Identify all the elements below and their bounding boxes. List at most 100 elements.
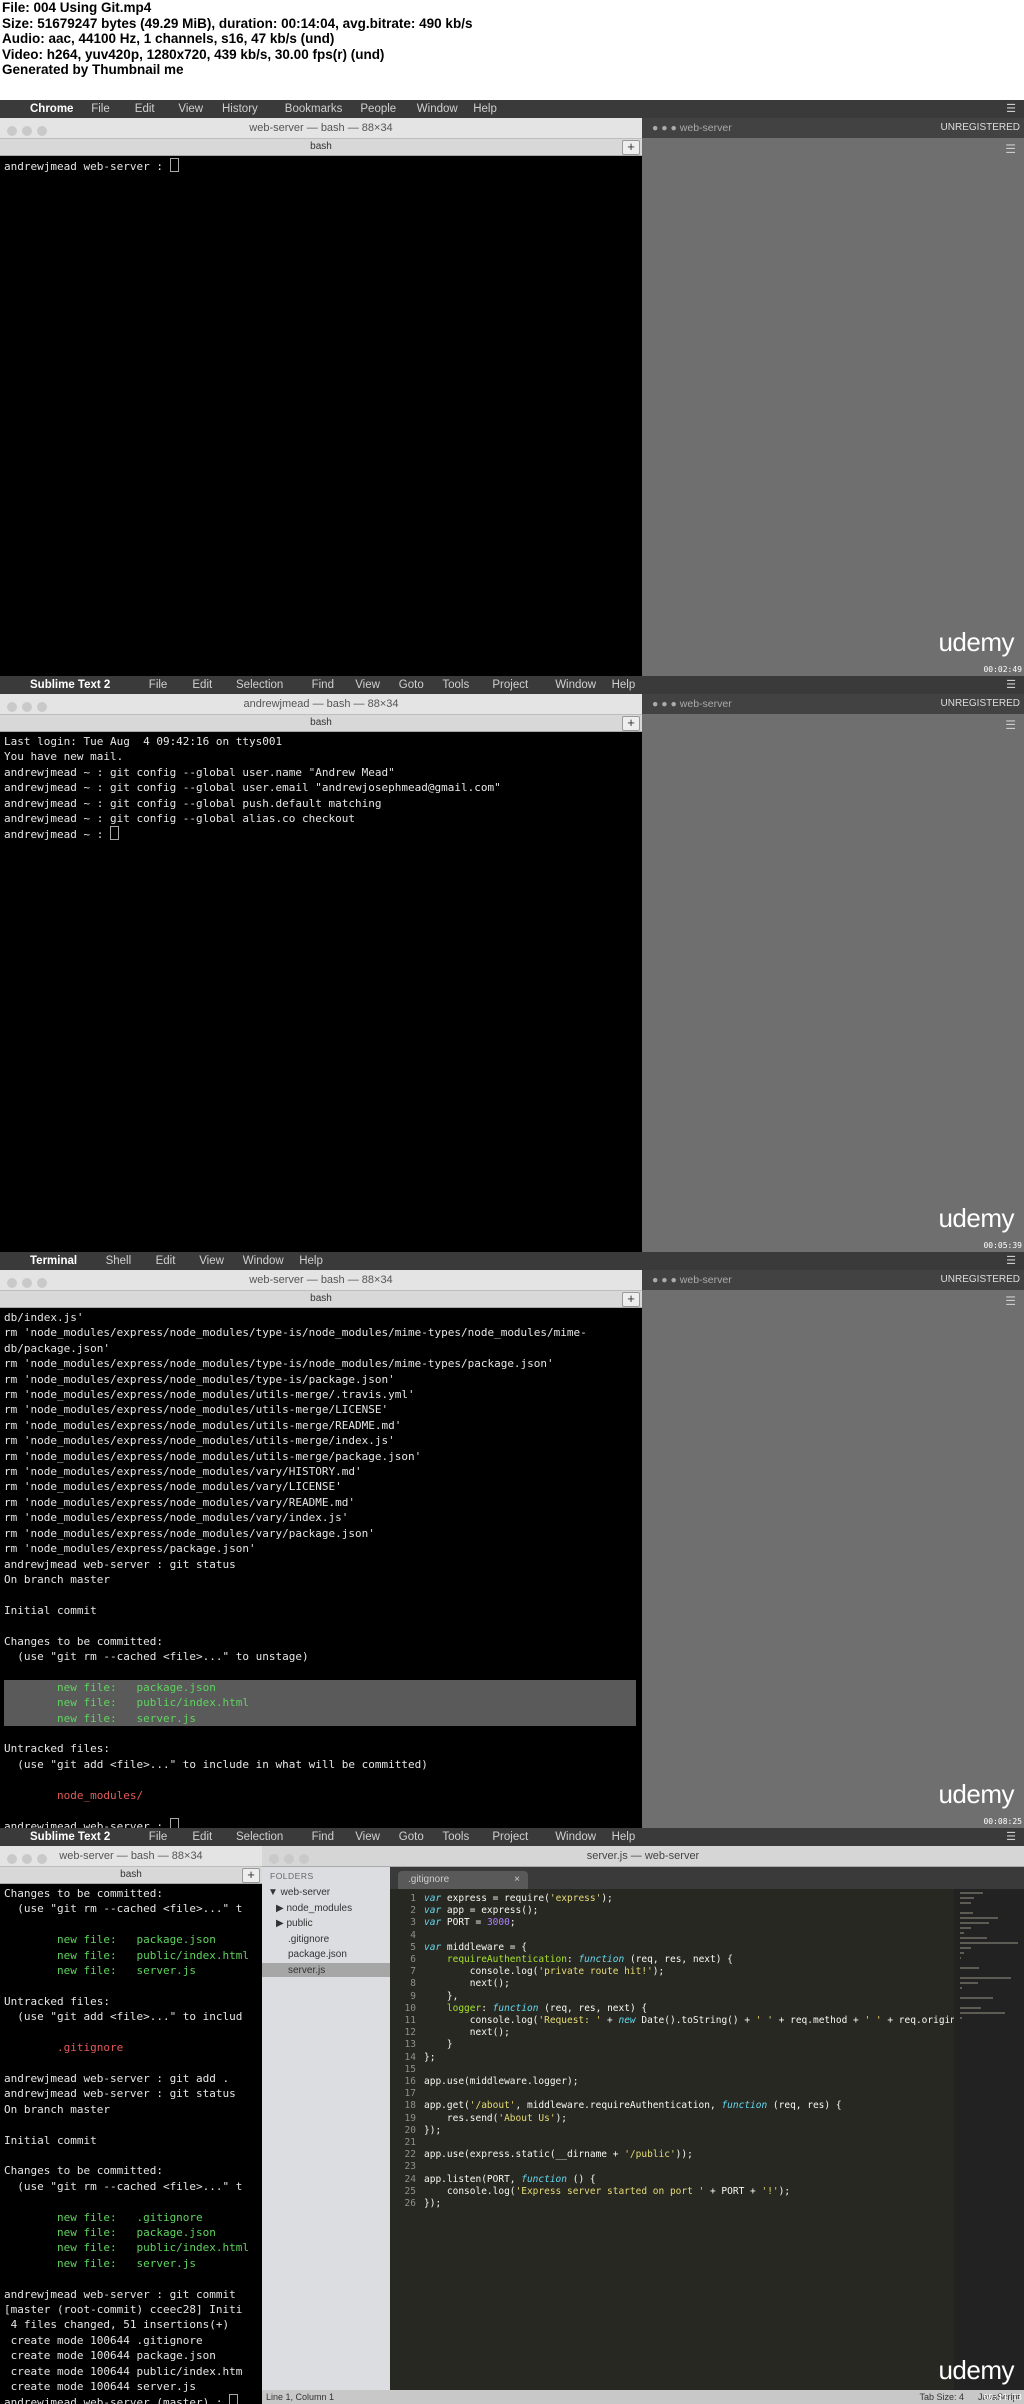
- terminal-output[interactable]: andrewjmead web-server :: [4, 158, 640, 676]
- tab-size[interactable]: Tab Size: 4: [919, 2390, 964, 2404]
- thumbnail-header: File: 004 Using Git.mp4 Size: 51679247 b…: [0, 0, 1024, 84]
- menu-extras-icon[interactable]: ☰: [1006, 1252, 1016, 1270]
- menu-item[interactable]: Selection: [236, 676, 283, 694]
- terminal-output[interactable]: Changes to be committed: (use "git rm --…: [4, 1886, 260, 2404]
- tree-item[interactable]: .gitignore: [288, 1934, 329, 1945]
- menu-item[interactable]: Terminal: [30, 1252, 77, 1270]
- minimize-icon[interactable]: [22, 1278, 32, 1288]
- menu-item[interactable]: Help: [299, 1252, 323, 1270]
- menu-icon[interactable]: ☰: [1005, 718, 1016, 732]
- menu-icon[interactable]: ☰: [1005, 142, 1016, 156]
- menu-item[interactable]: View: [355, 676, 380, 694]
- minimap[interactable]: [954, 1889, 1024, 2390]
- staged-file: new file: server.js: [4, 2256, 197, 2270]
- zoom-icon[interactable]: [37, 702, 47, 712]
- window-title: ● ● ● web-server UNREGISTERED: [642, 1270, 1024, 1290]
- minimap-line: [960, 1942, 1018, 1944]
- tree-item[interactable]: ▼ web-server: [268, 1887, 330, 1898]
- close-icon[interactable]: [7, 702, 17, 712]
- menu-item[interactable]: File: [149, 676, 168, 694]
- minimize-icon[interactable]: [22, 126, 32, 136]
- new-tab-button[interactable]: +: [622, 716, 640, 731]
- tree-item[interactable]: package.json: [288, 1949, 347, 1960]
- staged-file: new file: public/index.html: [4, 1948, 250, 1962]
- udemy-logo: udemy: [938, 2355, 1014, 2385]
- terminal-output[interactable]: Last login: Tue Aug 4 09:42:16 on ttys00…: [4, 734, 640, 1252]
- sublime-window-background: ● ● ● web-server UNREGISTERED ☰: [642, 694, 1024, 1252]
- zoom-icon[interactable]: [299, 1854, 309, 1864]
- zoom-icon[interactable]: [37, 126, 47, 136]
- menu-item[interactable]: Window: [555, 676, 596, 694]
- menu-item[interactable]: Help: [473, 100, 497, 118]
- untracked-file: .gitignore: [4, 2041, 124, 2055]
- menu-item[interactable]: Window: [243, 1252, 284, 1270]
- menu-item[interactable]: Edit: [192, 676, 212, 694]
- close-icon[interactable]: [7, 126, 17, 136]
- zoom-icon[interactable]: [37, 1854, 47, 1864]
- menu-item[interactable]: Goto: [399, 676, 424, 694]
- menu-item[interactable]: Tools: [442, 676, 469, 694]
- terminal-titlebar: web-server — bash — 88×34: [0, 1270, 642, 1291]
- selected-file-highlight: [262, 1962, 390, 1977]
- menu-item[interactable]: View: [199, 1252, 224, 1270]
- menu-extras-icon[interactable]: ☰: [1006, 1828, 1016, 1846]
- menu-item[interactable]: Edit: [192, 1828, 212, 1846]
- menu-item[interactable]: History: [222, 100, 258, 118]
- terminal-window: web-server — bash — 88×34 bash + andrewjmea…: [0, 118, 642, 676]
- menu-item[interactable]: Bookmarks: [285, 100, 343, 118]
- tab-close-icon[interactable]: ×: [514, 1871, 520, 1889]
- tab-gitignore[interactable]: .gitignore ×: [398, 1871, 528, 1889]
- menu-item[interactable]: Find: [312, 676, 334, 694]
- tab-bash[interactable]: bash: [310, 1293, 332, 1304]
- terminal-output[interactable]: db/index.js' rm 'node_modules/express/no…: [4, 1310, 640, 1828]
- code-editor[interactable]: 1 2 3 4 5 6 7 8 9 10 11 12 13 14 15 16 1…: [390, 1889, 954, 2390]
- video-frame: Sublime Text 2 File Edit Selection Find View G…: [0, 676, 1024, 1252]
- menu-item[interactable]: Find: [312, 1828, 334, 1846]
- code-text[interactable]: var express = require('express'); var ap…: [424, 1893, 954, 2210]
- menu-item[interactable]: Sublime Text 2: [30, 676, 110, 694]
- menu-item[interactable]: Selection: [236, 1828, 283, 1846]
- menu-item[interactable]: People: [360, 100, 396, 118]
- tree-item[interactable]: ▶ public: [276, 1918, 313, 1929]
- new-tab-button[interactable]: +: [622, 1292, 640, 1307]
- menu-icon[interactable]: ☰: [1005, 1294, 1016, 1308]
- menu-item[interactable]: File: [91, 100, 110, 118]
- tree-item[interactable]: server.js: [288, 1965, 325, 1976]
- minimize-icon[interactable]: [22, 1854, 32, 1864]
- menu-item[interactable]: View: [178, 100, 203, 118]
- close-icon[interactable]: [7, 1854, 17, 1864]
- menu-item[interactable]: Sublime Text 2: [30, 1828, 110, 1846]
- menu-extras-icon[interactable]: ☰: [1006, 676, 1016, 694]
- menu-item[interactable]: Help: [612, 676, 636, 694]
- tab-bash[interactable]: bash: [120, 1869, 142, 1880]
- menu-item[interactable]: Project: [492, 1828, 528, 1846]
- menu-item[interactable]: Window: [417, 100, 458, 118]
- close-icon[interactable]: [269, 1854, 279, 1864]
- menu-item[interactable]: Window: [555, 1828, 596, 1846]
- tree-item[interactable]: ▶ node_modules: [276, 1903, 352, 1914]
- tab-bash[interactable]: bash: [310, 141, 332, 152]
- menu-item[interactable]: Edit: [156, 1252, 176, 1270]
- minimize-icon[interactable]: [22, 702, 32, 712]
- terminal-titlebar: web-server — bash — 88×34: [0, 1846, 262, 1867]
- tab-bash[interactable]: bash: [310, 717, 332, 728]
- menu-item[interactable]: Tools: [442, 1828, 469, 1846]
- minimap-line: [960, 1982, 978, 1984]
- menu-item[interactable]: Shell: [106, 1252, 132, 1270]
- menu-item[interactable]: Edit: [135, 100, 155, 118]
- new-tab-button[interactable]: +: [242, 1868, 260, 1883]
- new-tab-button[interactable]: +: [622, 140, 640, 155]
- menu-item[interactable]: Help: [612, 1828, 636, 1846]
- menu-extras-icon[interactable]: ☰: [1006, 100, 1016, 118]
- menu-item[interactable]: View: [355, 1828, 380, 1846]
- sublime-title: server.js — web-server: [586, 1850, 700, 1862]
- close-icon[interactable]: [7, 1278, 17, 1288]
- zoom-icon[interactable]: [37, 1278, 47, 1288]
- minimize-icon[interactable]: [284, 1854, 294, 1864]
- terminal-title: andrewjmead — bash — 88×34: [243, 698, 399, 710]
- menu-item[interactable]: Goto: [399, 1828, 424, 1846]
- menu-item[interactable]: Chrome: [30, 100, 73, 118]
- terminal-title: web-server — bash — 88×34: [249, 122, 393, 134]
- menu-item[interactable]: Project: [492, 676, 528, 694]
- menu-item[interactable]: File: [149, 1828, 168, 1846]
